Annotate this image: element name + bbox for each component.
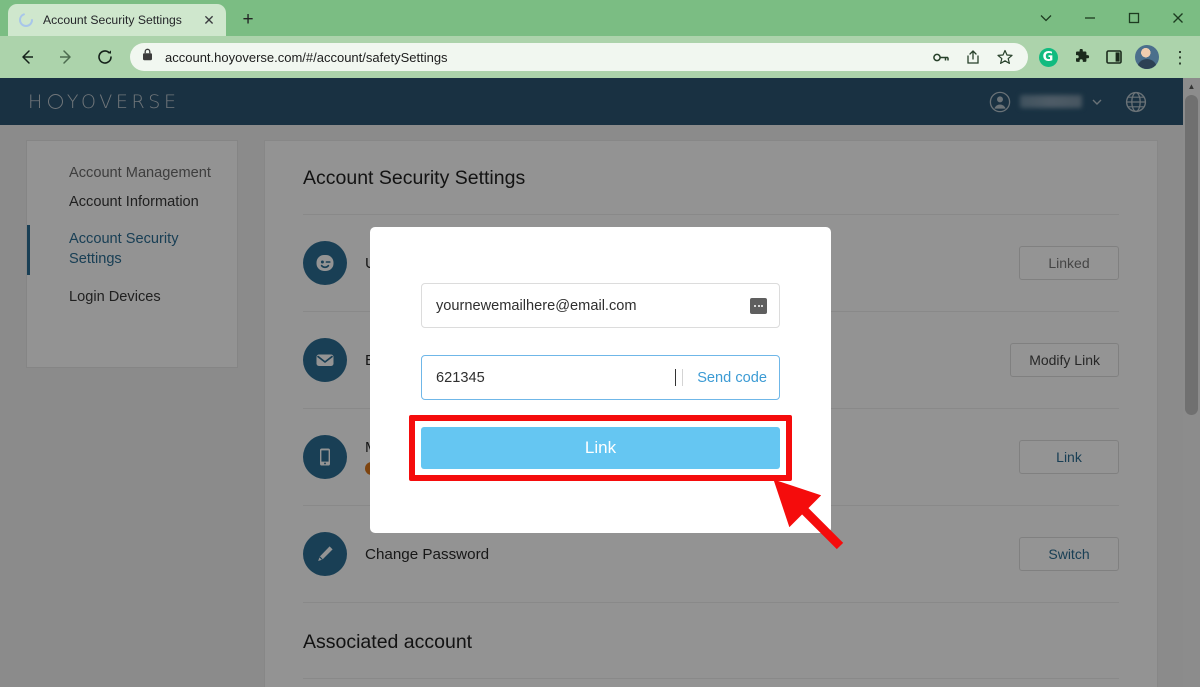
tab-search-icon[interactable] bbox=[1024, 2, 1068, 34]
tab-close-icon[interactable]: ✕ bbox=[200, 11, 218, 29]
password-key-icon[interactable] bbox=[932, 48, 950, 66]
submit-button-wrapper: Link bbox=[409, 415, 792, 481]
back-icon[interactable] bbox=[12, 42, 42, 72]
verification-code-value: 621345 bbox=[436, 369, 485, 386]
minimize-icon[interactable] bbox=[1068, 2, 1112, 34]
tab-strip: Account Security Settings ✕ + bbox=[0, 0, 262, 36]
email-field-value: yournewemailhere@email.com bbox=[436, 297, 637, 314]
browser-toolbar: account.hoyoverse.com/#/account/safetySe… bbox=[0, 36, 1200, 78]
email-field[interactable]: yournewemailhere@email.com bbox=[421, 283, 780, 328]
address-bar[interactable]: account.hoyoverse.com/#/account/safetySe… bbox=[130, 43, 1028, 71]
side-panel-icon[interactable] bbox=[1100, 43, 1128, 71]
omnibox-actions bbox=[932, 48, 1016, 66]
browser-tab[interactable]: Account Security Settings ✕ bbox=[8, 4, 226, 36]
link-submit-button[interactable]: Link bbox=[421, 427, 780, 469]
field-divider bbox=[682, 369, 684, 386]
loading-spinner-icon bbox=[18, 12, 34, 28]
forward-icon[interactable] bbox=[51, 42, 81, 72]
screenshot-root: Account Security Settings ✕ + account.ho… bbox=[0, 0, 1200, 687]
new-tab-button[interactable]: + bbox=[234, 6, 262, 34]
bookmark-star-icon[interactable] bbox=[996, 48, 1014, 66]
profile-avatar[interactable] bbox=[1133, 43, 1161, 71]
send-code-link[interactable]: Send code bbox=[697, 370, 767, 386]
link-email-modal: yournewemailhere@email.com 621345 Send c… bbox=[370, 227, 831, 533]
lock-icon bbox=[142, 48, 156, 66]
browser-titlebar: Account Security Settings ✕ + bbox=[0, 0, 1200, 36]
share-icon[interactable] bbox=[964, 48, 982, 66]
modal-body: yournewemailhere@email.com 621345 Send c… bbox=[370, 227, 831, 481]
extensions-puzzle-icon[interactable] bbox=[1067, 43, 1095, 71]
reload-icon[interactable] bbox=[90, 42, 120, 72]
close-window-icon[interactable] bbox=[1156, 2, 1200, 34]
annotation-arrow bbox=[773, 480, 844, 550]
tab-title: Account Security Settings bbox=[43, 13, 182, 27]
url-text: account.hoyoverse.com/#/account/safetySe… bbox=[165, 49, 448, 65]
maximize-icon[interactable] bbox=[1112, 2, 1156, 34]
chrome-menu-icon[interactable]: ⋮ bbox=[1166, 43, 1194, 71]
window-controls bbox=[1024, 0, 1200, 36]
verification-code-field[interactable]: 621345 Send code bbox=[421, 355, 780, 400]
grammarly-icon[interactable]: G bbox=[1034, 43, 1062, 71]
extension-actions: G ⋮ bbox=[1034, 43, 1200, 71]
text-caret bbox=[675, 369, 677, 386]
autofill-dropdown-icon[interactable] bbox=[750, 297, 767, 314]
